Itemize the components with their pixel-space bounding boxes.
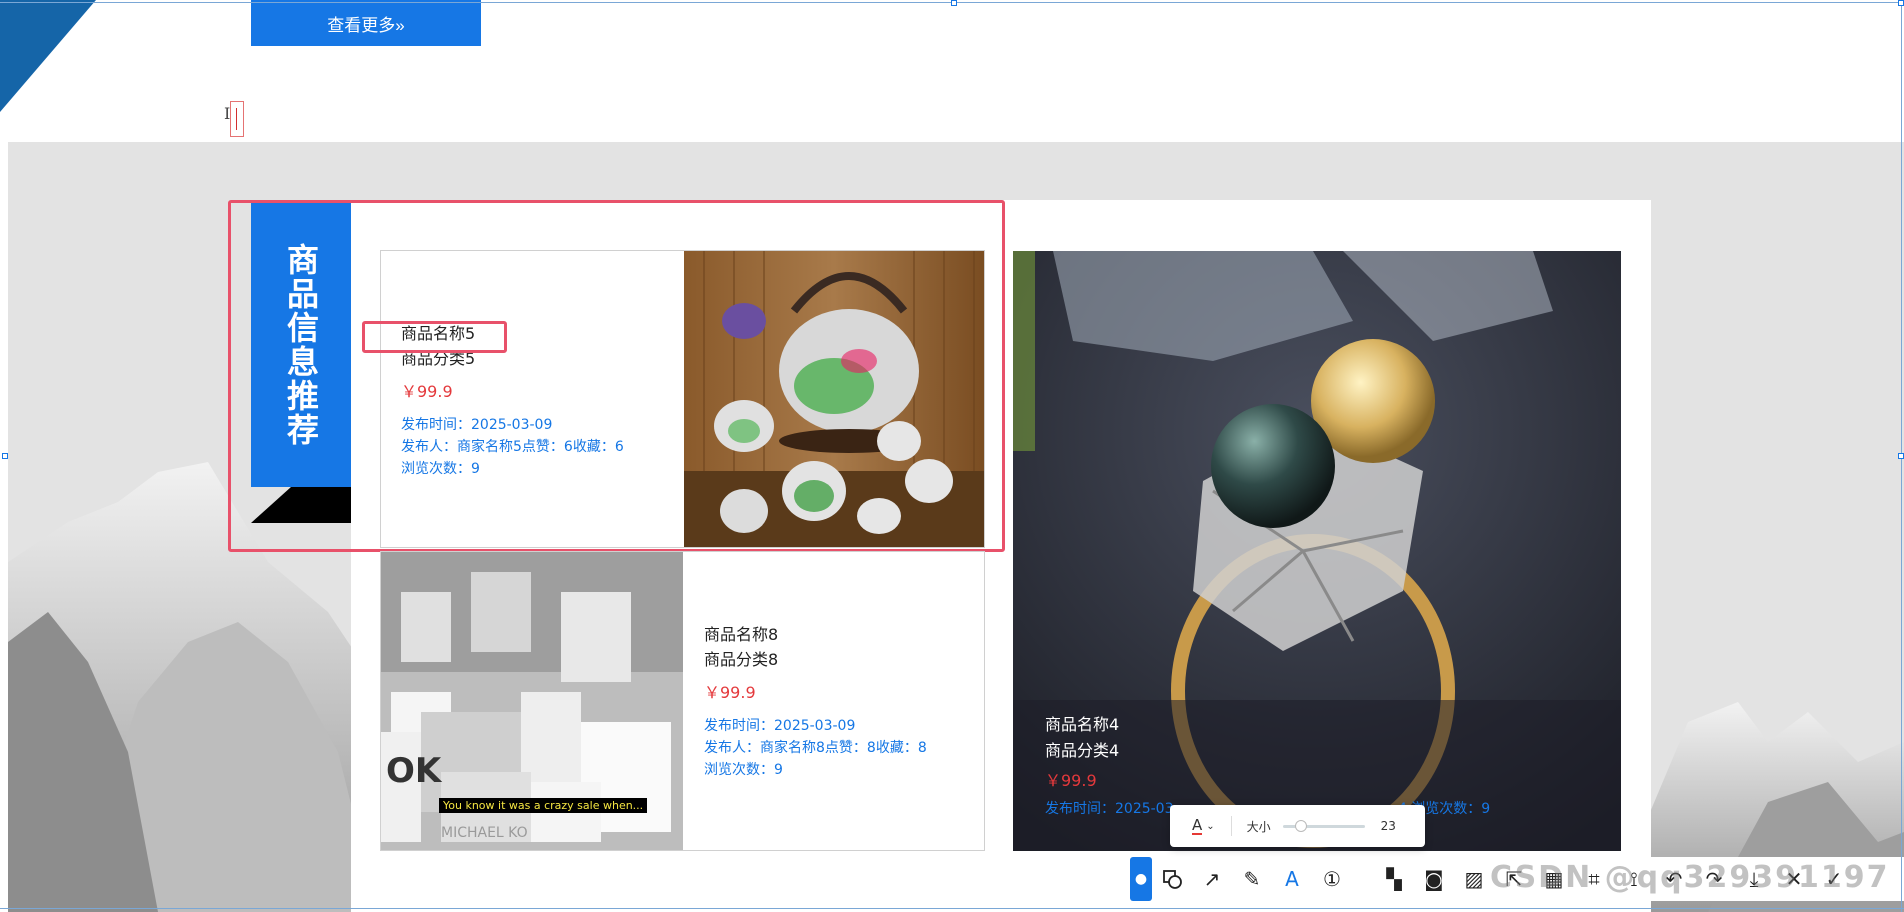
screenshot-canvas: 查看更多» I 商品信息推荐 商品名称5 商品分类5 ￥99.9 发布时间：20… bbox=[0, 0, 1904, 912]
pen-icon[interactable]: ✎ bbox=[1232, 857, 1272, 901]
resize-handle[interactable] bbox=[1898, 0, 1904, 6]
font-color-picker[interactable]: A bbox=[1192, 817, 1203, 835]
pin-to-screen-icon[interactable]: ⇱ bbox=[1494, 857, 1534, 901]
corner-decoration bbox=[0, 0, 96, 112]
product-name: 商品名称5 bbox=[401, 324, 476, 343]
pin-icon[interactable]: ● bbox=[1130, 857, 1152, 901]
product-info-5: 商品名称5 商品分类5 ￥99.9 发布时间：2025-03-09 发布人：商家… bbox=[401, 322, 624, 480]
text-style-popup: A ⌄ 大小 23 bbox=[1170, 805, 1425, 847]
product-publish-time: 发布时间：2025-03-09 bbox=[704, 718, 856, 734]
size-label: 大小 bbox=[1246, 819, 1271, 834]
section-title: 商品信息推荐 bbox=[282, 242, 320, 447]
image-caption: You know it was a crazy sale when... bbox=[439, 798, 648, 813]
product-category: 商品分类5 bbox=[401, 349, 476, 368]
svg-text:OK: OK bbox=[386, 751, 443, 791]
product-price: ￥99.9 bbox=[1045, 771, 1097, 790]
section-title-tab: 商品信息推荐 bbox=[251, 202, 351, 487]
product-publisher: 发布人：商家名称5点赞：6收藏：6 bbox=[401, 439, 624, 455]
title-tab-fold bbox=[251, 487, 351, 523]
number-marker-icon[interactable]: ① bbox=[1312, 857, 1352, 901]
download-icon[interactable]: ⤓ bbox=[1734, 857, 1774, 901]
product-image-shopping-bags[interactable]: OK MICHAEL KO You know it was a crazy sa… bbox=[381, 552, 683, 850]
hatch-icon[interactable]: ▨ bbox=[1454, 857, 1494, 901]
resize-handle[interactable] bbox=[1898, 453, 1904, 459]
divider bbox=[1230, 816, 1232, 836]
text-insert-box[interactable] bbox=[230, 101, 244, 137]
product-publisher: 发布人：商家名称8点赞：8收藏：8 bbox=[704, 740, 927, 756]
resize-handle[interactable] bbox=[2, 453, 8, 459]
arrow-icon[interactable]: ↗ bbox=[1192, 857, 1232, 901]
font-size-slider[interactable] bbox=[1282, 819, 1365, 832]
product-image-teapot[interactable] bbox=[684, 251, 984, 547]
text-tool-icon[interactable]: A bbox=[1272, 857, 1312, 901]
qr-icon[interactable]: ▦ bbox=[1534, 857, 1574, 901]
product-views: 浏览次数：9 bbox=[704, 762, 783, 778]
slider-knob[interactable] bbox=[1294, 819, 1307, 832]
product-category: 商品分类4 bbox=[1045, 741, 1120, 760]
ocr-icon[interactable]: ⌗ bbox=[1574, 857, 1614, 901]
product-category: 商品分类8 bbox=[704, 650, 779, 669]
annotation-toolbar: ● ↗ ✎ A ① ▚ ◙ ▨ ⇱ ▦ ⌗ ⟟ ↶ ↷ ⤓ ✕ ✓ bbox=[1130, 857, 1904, 901]
redo-icon[interactable]: ↷ bbox=[1694, 857, 1734, 901]
svg-text:MICHAEL KO: MICHAEL KO bbox=[441, 825, 528, 841]
resize-handle[interactable] bbox=[951, 0, 957, 6]
product-info-8: 商品名称8 商品分类8 ￥99.9 发布时间：2025-03-09 发布人：商家… bbox=[704, 623, 927, 781]
translate-icon[interactable]: ⟟ bbox=[1614, 857, 1654, 901]
product-name: 商品名称4 bbox=[1045, 715, 1120, 734]
product-publish-time: 发布时间：2025-03 bbox=[1045, 801, 1174, 817]
blur-icon[interactable]: ◙ bbox=[1414, 857, 1454, 901]
product-name: 商品名称8 bbox=[704, 625, 779, 644]
product-price: ￥99.9 bbox=[401, 382, 453, 401]
view-more-button[interactable]: 查看更多» bbox=[251, 0, 481, 46]
close-icon[interactable]: ✕ bbox=[1774, 857, 1814, 901]
capture-frame-bottom bbox=[0, 908, 1904, 909]
product-views: 浏览次数：9 bbox=[401, 461, 480, 477]
mosaic-icon[interactable]: ▚ bbox=[1374, 857, 1414, 901]
product-publish-time: 发布时间：2025-03-09 bbox=[401, 417, 553, 433]
product-price: ￥99.9 bbox=[704, 683, 756, 702]
confirm-icon[interactable]: ✓ bbox=[1814, 857, 1854, 901]
shape-icon[interactable] bbox=[1152, 857, 1192, 901]
undo-icon[interactable]: ↶ bbox=[1654, 857, 1694, 901]
font-size-value: 23 bbox=[1380, 819, 1396, 833]
chevron-down-icon[interactable]: ⌄ bbox=[1206, 821, 1214, 832]
